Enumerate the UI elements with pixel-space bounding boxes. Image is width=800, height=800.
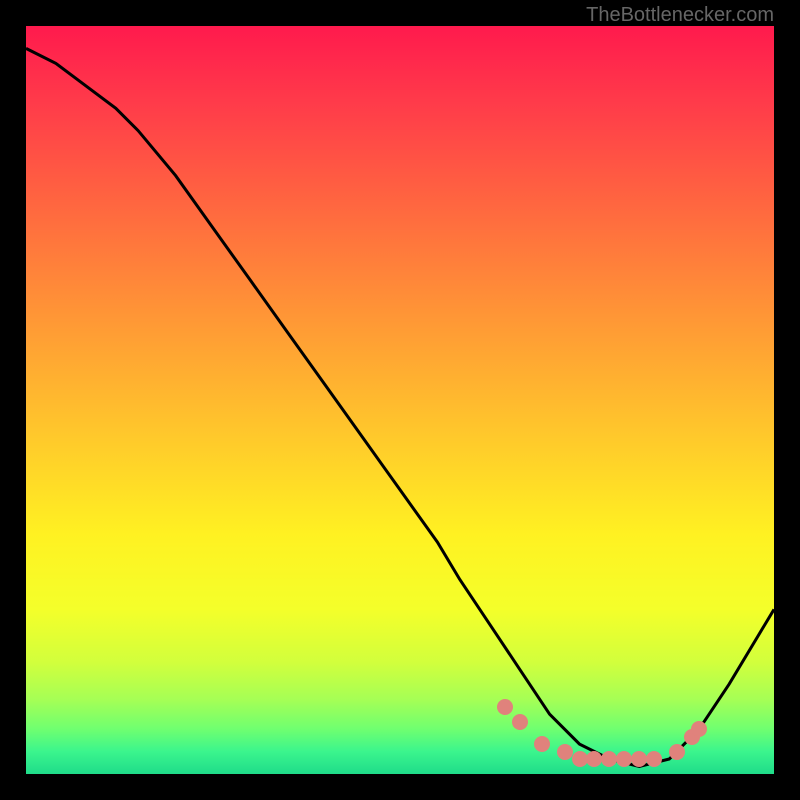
highlight-dot <box>512 714 528 730</box>
highlight-dot <box>669 744 685 760</box>
highlight-dot <box>601 751 617 767</box>
highlight-dot <box>572 751 588 767</box>
highlight-dots-layer <box>26 26 774 774</box>
highlight-dot <box>557 744 573 760</box>
plot-area <box>26 26 774 774</box>
highlight-dot <box>497 699 513 715</box>
highlight-dot <box>586 751 602 767</box>
highlight-dot <box>646 751 662 767</box>
watermark-text: TheBottlenecker.com <box>586 4 774 27</box>
chart-container: TheBottlenecker.com <box>0 0 800 800</box>
highlight-dot <box>534 736 550 752</box>
highlight-dot <box>691 721 707 737</box>
highlight-dot <box>631 751 647 767</box>
highlight-dot <box>616 751 632 767</box>
